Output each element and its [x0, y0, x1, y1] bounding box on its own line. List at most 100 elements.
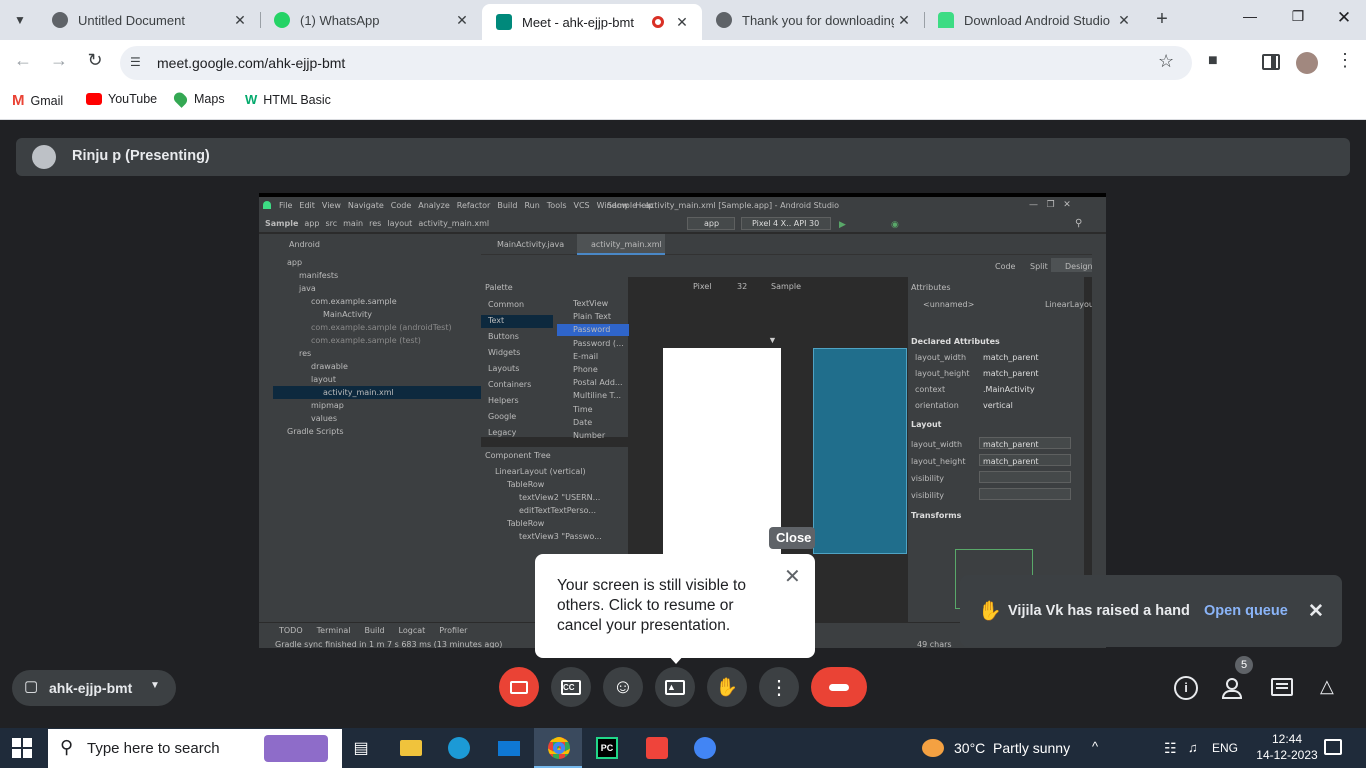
tab-android-studio[interactable]: Download Android Studio & ✕ — [924, 0, 1144, 40]
extensions-button[interactable]: ■ — [1208, 52, 1230, 74]
as-palette-category[interactable]: Containers — [488, 380, 531, 389]
as-bottom-tab[interactable]: Build — [364, 626, 384, 635]
as-tree-item[interactable]: activity_main.xml — [323, 388, 394, 397]
as-design-device[interactable]: Pixel — [693, 282, 712, 291]
as-palette-category[interactable]: Buttons — [488, 332, 519, 341]
as-tab-mainactivity[interactable]: MainActivity.java — [497, 240, 564, 249]
as-tree-item[interactable]: app — [287, 258, 302, 267]
as-menu-item[interactable]: VCS — [574, 201, 590, 210]
reload-button[interactable]: ↻ — [82, 50, 108, 76]
as-menu-item[interactable]: File — [279, 201, 292, 210]
as-tree-item[interactable]: com.example.sample (test) — [311, 336, 421, 345]
as-attr-value[interactable]: .MainActivity — [983, 385, 1035, 394]
as-menu-item[interactable]: Analyze — [418, 201, 450, 210]
as-menu-item[interactable]: Navigate — [348, 201, 384, 210]
as-palette-item[interactable]: Number — [573, 431, 605, 440]
close-icon[interactable]: ✕ — [894, 12, 914, 29]
as-palette-item[interactable]: Password — [573, 325, 610, 334]
screen-visible-popup[interactable]: Your screen is still visible to others. … — [535, 554, 815, 658]
run-icon[interactable]: ▶ — [839, 219, 846, 230]
leave-call-button[interactable] — [811, 667, 867, 707]
language-indicator[interactable]: ENG — [1212, 741, 1238, 755]
back-button[interactable]: ← — [10, 50, 36, 76]
as-palette-category[interactable]: Google — [488, 412, 516, 421]
chevron-up-icon[interactable]: ^ — [1092, 739, 1098, 754]
network-icon[interactable]: ☷ — [1164, 740, 1177, 757]
as-menu-item[interactable]: View — [322, 201, 341, 210]
as-palette-item[interactable]: TextView — [573, 299, 608, 308]
new-tab-button[interactable]: + — [1150, 8, 1174, 32]
taskbar-search[interactable]: ⚲ Type here to search — [48, 729, 342, 768]
close-icon[interactable]: ✕ — [672, 14, 692, 31]
as-attr-value[interactable]: match_parent — [983, 353, 1039, 362]
as-palette-item[interactable]: Phone — [573, 365, 598, 374]
raise-hand-button[interactable]: ✋ — [707, 667, 747, 707]
notification-button[interactable] — [1324, 739, 1342, 755]
as-palette-item[interactable]: Plain Text — [573, 312, 611, 321]
as-tree-item[interactable]: com.example.sample (androidTest) — [311, 323, 452, 332]
open-queue-link[interactable]: Open queue — [1204, 603, 1288, 619]
as-palette-category[interactable]: Layouts — [488, 364, 519, 373]
as-menu-item[interactable]: Edit — [299, 201, 315, 210]
as-component-item[interactable]: textView3 "Passwo... — [519, 532, 602, 541]
as-breadcrumb-item[interactable]: app — [304, 219, 319, 228]
as-palette-item[interactable]: Time — [573, 405, 593, 414]
as-project-view[interactable]: Android — [289, 240, 320, 249]
edge-button[interactable] — [444, 733, 474, 763]
task-view-button[interactable]: ▤ — [346, 733, 376, 763]
as-breadcrumb-item[interactable]: activity_main.xml — [418, 219, 489, 228]
as-breadcrumb-item[interactable]: res — [369, 219, 381, 228]
as-design-preview[interactable] — [663, 348, 781, 554]
as-menu-item[interactable]: Code — [391, 201, 411, 210]
address-bar[interactable]: ☰ meet.google.com/ahk-ejjp-bmt ☆ — [120, 46, 1192, 80]
as-bottom-tab[interactable]: Logcat — [399, 626, 426, 635]
as-device-select[interactable]: Pixel 4 X.. API 30 — [741, 217, 831, 230]
as-attr-value[interactable]: vertical — [983, 401, 1013, 410]
as-tree-item[interactable]: com.example.sample — [311, 297, 397, 306]
as-palette-item[interactable]: Date — [573, 418, 592, 427]
tab-whatsapp[interactable]: (1) WhatsApp ✕ — [260, 0, 482, 40]
tab-thank-you[interactable]: Thank you for downloading ✕ — [702, 0, 924, 40]
tab-search-button[interactable]: ▼ — [8, 8, 32, 32]
as-tree-item[interactable]: manifests — [299, 271, 338, 280]
site-info-icon[interactable]: ☰ — [130, 55, 146, 71]
as-design-api[interactable]: 32 — [737, 282, 747, 291]
as-tree-item[interactable]: values — [311, 414, 337, 423]
as-palette-item[interactable]: Multiline T... — [573, 391, 621, 400]
as-mode-code[interactable]: Code — [995, 262, 1015, 271]
more-options-button[interactable]: ⋮ — [759, 667, 799, 707]
as-tree-item[interactable]: MainActivity — [323, 310, 372, 319]
activities-button[interactable]: △ — [1320, 676, 1342, 700]
as-component-item[interactable]: TableRow — [507, 519, 544, 528]
as-menu-item[interactable]: Build — [497, 201, 517, 210]
as-palette-category[interactable]: Helpers — [488, 396, 519, 405]
as-palette-item[interactable]: E-mail — [573, 352, 598, 361]
as-bottom-tab[interactable]: Profiler — [439, 626, 467, 635]
volume-icon[interactable]: ♫ — [1188, 740, 1198, 755]
chat-button[interactable] — [1271, 678, 1293, 696]
tab-untitled-document[interactable]: Untitled Document ✕ — [38, 0, 260, 40]
as-mode-split[interactable]: Split — [1030, 262, 1048, 271]
meeting-details-button[interactable]: i — [1174, 676, 1198, 700]
bookmark-youtube[interactable]: YouTube — [86, 92, 157, 106]
as-attr-field[interactable] — [979, 471, 1071, 483]
chrome-menu-button[interactable]: ⋮ — [1336, 50, 1354, 76]
as-palette-category[interactable]: Widgets — [488, 348, 520, 357]
close-icon[interactable]: ✕ — [230, 12, 250, 29]
as-attr-field[interactable] — [979, 488, 1071, 500]
as-palette-item[interactable]: Password (... — [573, 339, 624, 348]
present-button[interactable]: ▲ — [655, 667, 695, 707]
as-palette-category[interactable]: Text — [488, 316, 504, 325]
captions-button[interactable]: CC — [551, 667, 591, 707]
as-menu-item[interactable]: Tools — [547, 201, 567, 210]
as-palette-category[interactable]: Common — [488, 300, 524, 309]
as-component-item[interactable]: LinearLayout (vertical) — [495, 467, 586, 476]
debug-icon[interactable]: ◉ — [891, 219, 899, 230]
restore-button[interactable]: ❐ — [1278, 8, 1318, 32]
as-palette-item[interactable]: Postal Add... — [573, 378, 623, 387]
chrome-button[interactable] — [544, 733, 574, 763]
star-icon[interactable]: ☆ — [1158, 51, 1174, 72]
clock[interactable]: 12:44 14-12-2023 — [1256, 731, 1318, 763]
as-bottom-tab[interactable]: TODO — [279, 626, 303, 635]
reactions-button[interactable]: ☺ — [603, 667, 643, 707]
